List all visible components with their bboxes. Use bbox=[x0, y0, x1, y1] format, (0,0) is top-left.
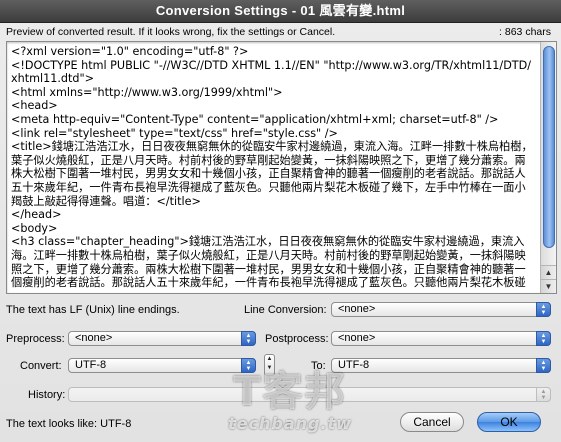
popup-arrows-icon: ▲ ▼ bbox=[241, 331, 256, 346]
preprocess-label: Preprocess: bbox=[6, 333, 65, 345]
convert-to-popup[interactable]: UTF-8 ▲ ▼ bbox=[331, 358, 551, 373]
ok-button[interactable]: OK bbox=[477, 412, 541, 432]
history-popup[interactable]: ▲ ▼ bbox=[68, 387, 551, 402]
popup-arrows-icon: ▲ ▼ bbox=[536, 358, 551, 373]
postprocess-label: Postprocess: bbox=[265, 333, 329, 345]
watermark-domain: techbang.tw bbox=[228, 414, 352, 433]
preview-hint: Preview of converted result. If it looks… bbox=[6, 26, 336, 38]
line-conversion-popup[interactable]: <none> ▲ ▼ bbox=[331, 302, 551, 317]
char-count: : 863 chars bbox=[499, 26, 551, 38]
line-conversion-label: Line Conversion: bbox=[244, 304, 327, 316]
popup-arrows-icon: ▲ ▼ bbox=[536, 331, 551, 346]
line-endings-info: The text has LF (Unix) line endings. bbox=[6, 304, 180, 316]
preview-text[interactable]: <?xml version="1.0" encoding="utf-8" ?> … bbox=[11, 45, 533, 289]
window-title: Conversion Settings - 01 風雲有變.html bbox=[0, 0, 561, 23]
detected-encoding: The text looks like: UTF-8 bbox=[6, 418, 132, 430]
convert-from-popup[interactable]: UTF-8 ▲ ▼ bbox=[68, 358, 256, 373]
to-label: To: bbox=[311, 360, 326, 372]
scrollbar-thumb[interactable] bbox=[543, 46, 555, 248]
postprocess-value: <none> bbox=[338, 332, 376, 344]
postprocess-popup[interactable]: <none> ▲ ▼ bbox=[331, 331, 551, 346]
preview-text-area[interactable]: <?xml version="1.0" encoding="utf-8" ?> … bbox=[6, 41, 557, 294]
popup-arrows-icon: ▲ ▼ bbox=[536, 302, 551, 317]
techbang-watermark: T客邦 techbang.tw bbox=[190, 370, 390, 440]
cancel-button[interactable]: Cancel bbox=[400, 412, 464, 432]
preview-hint-row: Preview of converted result. If it looks… bbox=[6, 26, 555, 40]
preprocess-popup[interactable]: <none> ▲ ▼ bbox=[68, 331, 256, 346]
preprocess-value: <none> bbox=[75, 332, 113, 344]
popup-arrows-icon: ▲ ▼ bbox=[536, 387, 551, 402]
history-label: History: bbox=[28, 389, 66, 401]
convert-to-value: UTF-8 bbox=[338, 359, 370, 371]
convert-label: Convert: bbox=[20, 360, 62, 372]
swap-encoding-stepper[interactable]: ▲ ▼ bbox=[264, 354, 275, 376]
convert-from-value: UTF-8 bbox=[75, 359, 107, 371]
preview-scrollbar[interactable]: ▲ ▼ bbox=[540, 42, 556, 293]
line-conversion-value: <none> bbox=[338, 303, 376, 315]
popup-arrows-icon: ▲ ▼ bbox=[241, 358, 256, 373]
conversion-settings-dialog: Conversion Settings - 01 風雲有變.html Previ… bbox=[0, 0, 561, 442]
scroll-down-arrow-icon[interactable]: ▼ bbox=[541, 279, 556, 293]
scroll-up-arrow-icon[interactable]: ▲ bbox=[541, 265, 556, 279]
